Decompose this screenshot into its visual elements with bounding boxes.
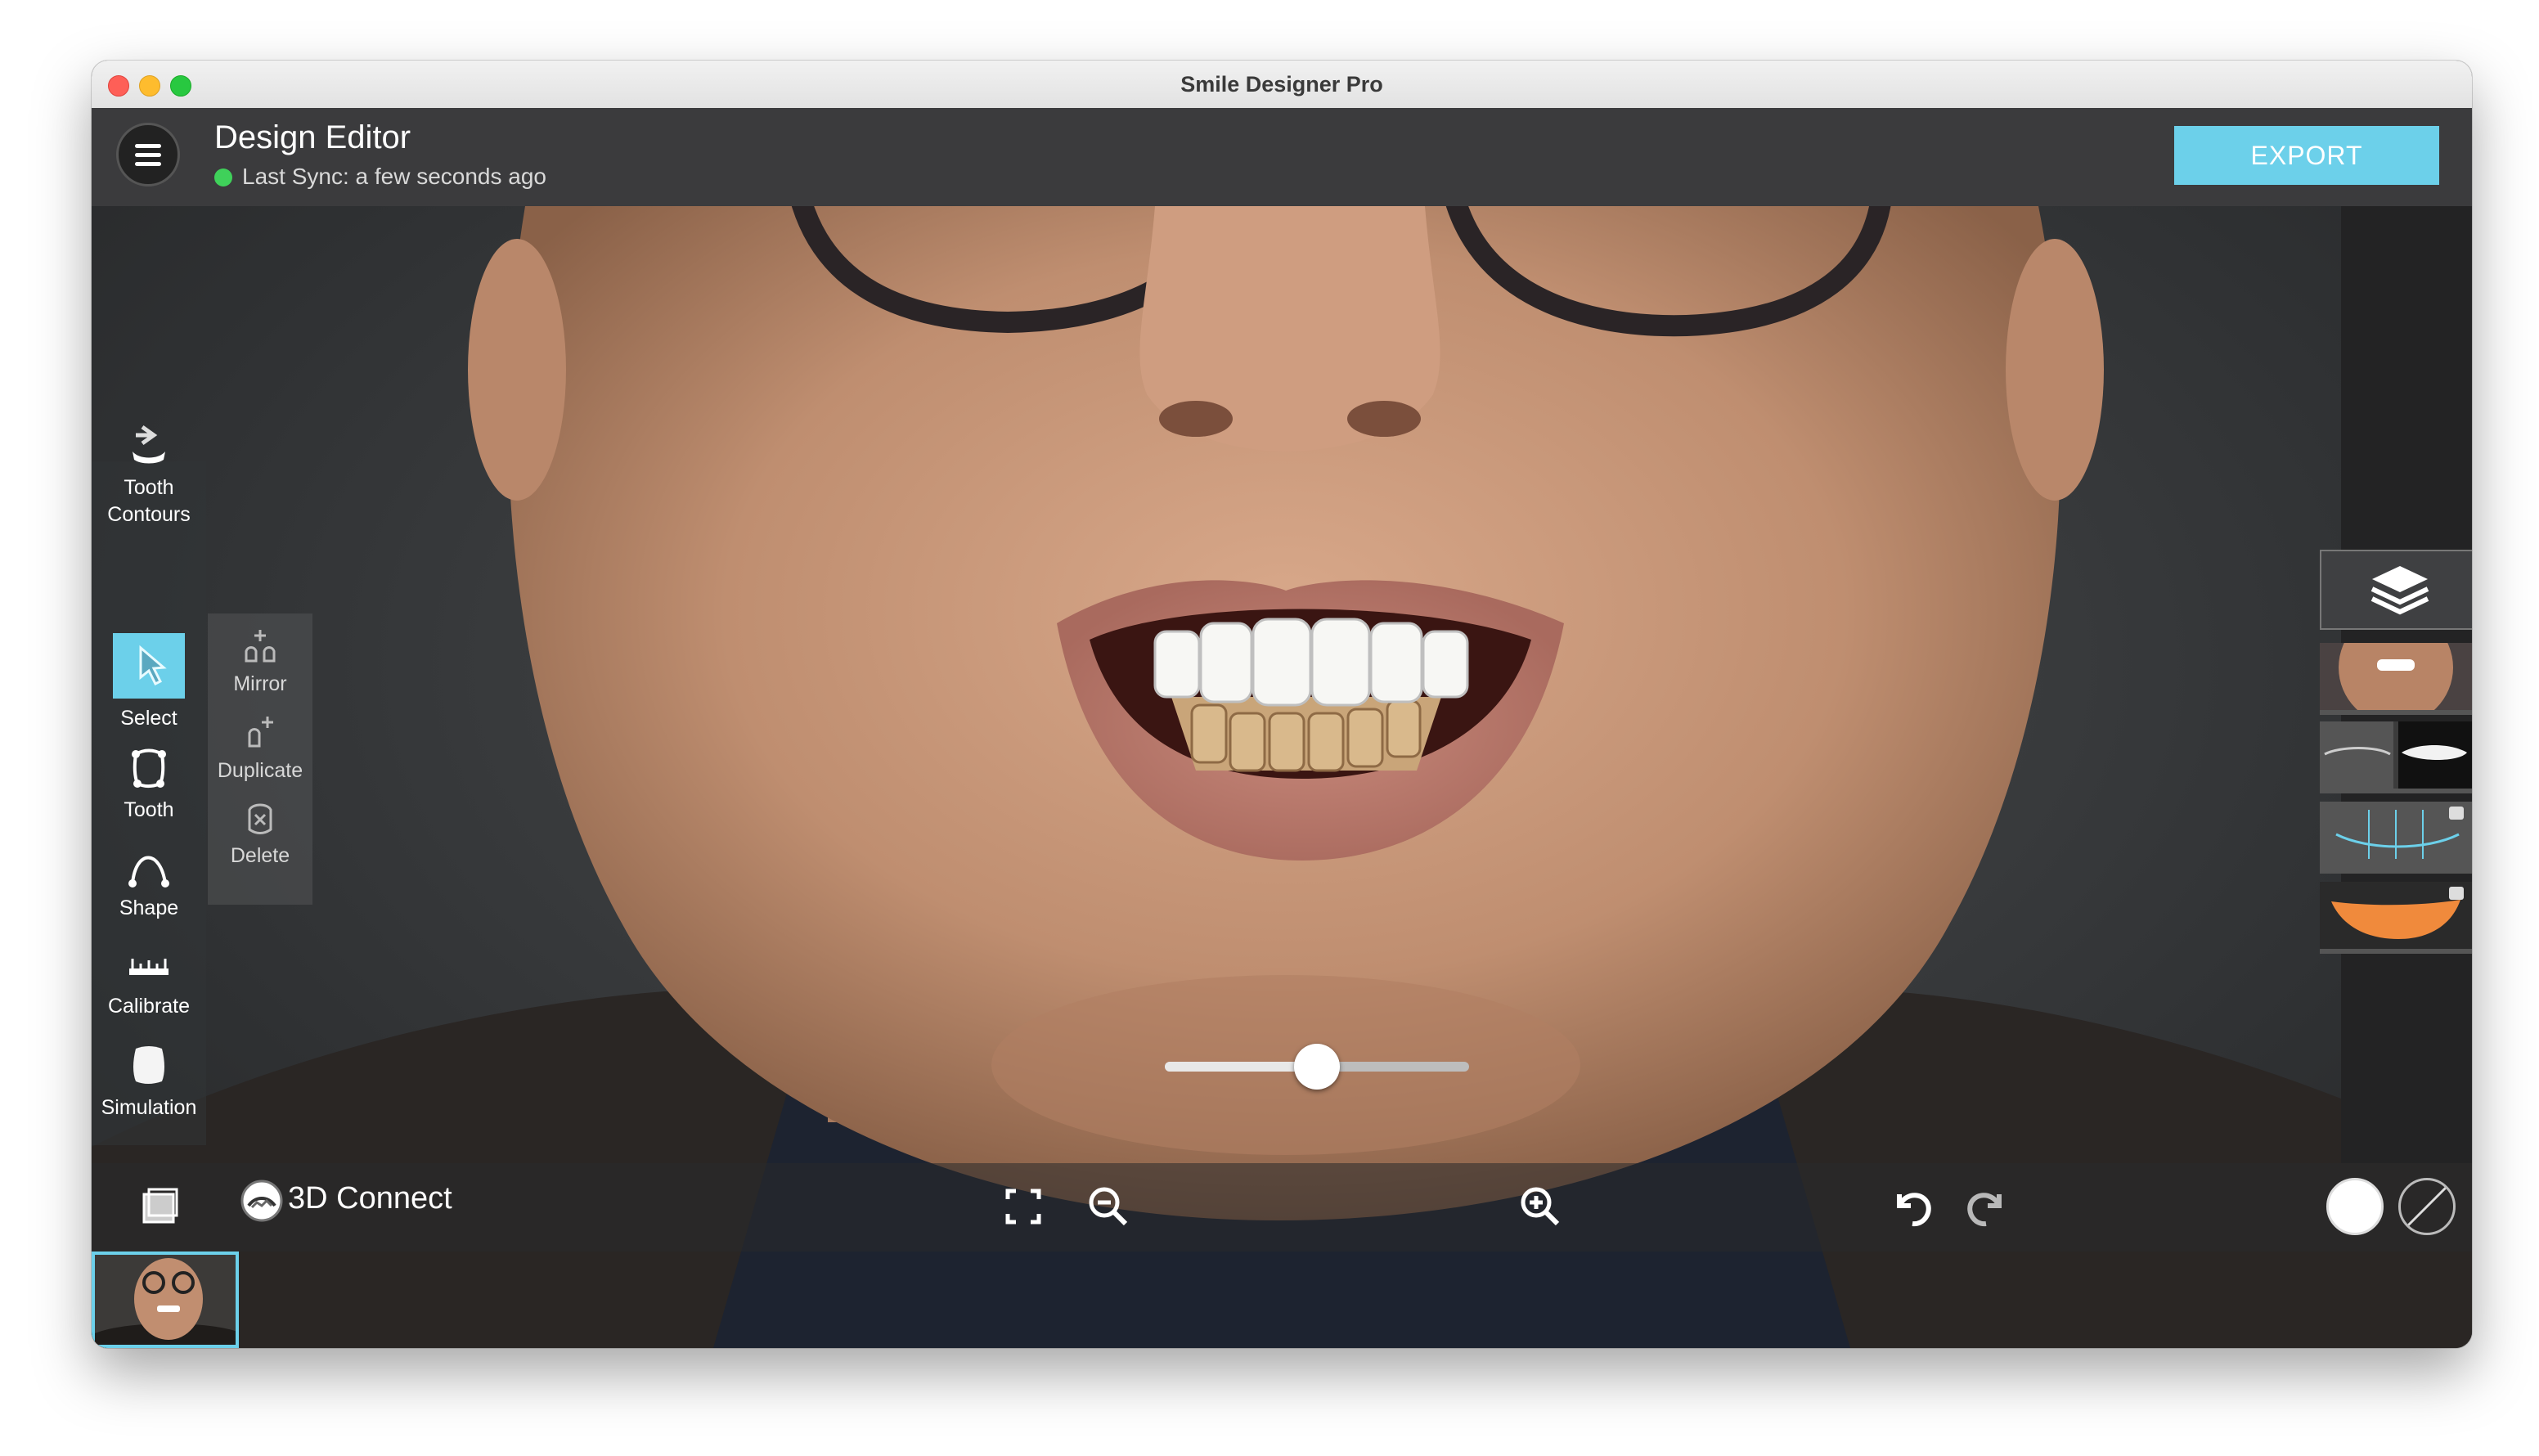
- patient-thumbnail-icon: [95, 1255, 236, 1345]
- delete-button[interactable]: Delete: [208, 798, 312, 868]
- mirror-icon: [245, 630, 276, 663]
- tooth-contours-label-line2: Contours: [107, 503, 191, 526]
- 3d-connect-button[interactable]: [239, 1178, 285, 1224]
- hamburger-icon-bar: [135, 153, 161, 157]
- teeth-library-layer-thumbnail[interactable]: [2320, 721, 2472, 793]
- shape-tool-label: Shape: [119, 897, 179, 919]
- tooth-tool[interactable]: Tooth: [92, 743, 206, 822]
- zoom-slider[interactable]: [1165, 1044, 1469, 1090]
- tooth-contours-icon: [133, 425, 165, 464]
- calibrate-tool-label: Calibrate: [107, 995, 191, 1018]
- delete-icon: [248, 803, 272, 834]
- slash-icon: [2406, 1185, 2448, 1228]
- zoom-slider-knob[interactable]: [1294, 1044, 1340, 1090]
- simulation-tooth-icon: [133, 1046, 164, 1084]
- bottom-toolbar: 3D Connect: [92, 1163, 2472, 1252]
- select-cursor-icon: [139, 645, 167, 686]
- undo-icon[interactable]: [1888, 1183, 1937, 1232]
- shape-curve-icon: [128, 856, 169, 888]
- zoom-out-icon[interactable]: [1086, 1184, 1130, 1229]
- 3d-connect-label[interactable]: 3D Connect: [288, 1181, 452, 1216]
- select-tool[interactable]: Select: [92, 633, 206, 730]
- sync-status: Last Sync: a few seconds ago: [214, 164, 546, 190]
- select-tool-label: Select: [120, 707, 178, 730]
- grid-layer-thumbnail[interactable]: [2320, 802, 2472, 874]
- sync-status-dot-icon: [214, 169, 232, 186]
- tooth-outline-icon: [132, 748, 166, 788]
- fit-to-screen-icon[interactable]: [1003, 1186, 1044, 1227]
- face-thumbnail-icon: [2320, 610, 2472, 725]
- sync-status-text: Last Sync: a few seconds ago: [242, 164, 546, 189]
- 3d-connect-icon: [240, 1180, 283, 1222]
- gum-shape-icon: [2320, 882, 2472, 949]
- photo-filmstrip-thumbnail[interactable]: [92, 1252, 239, 1348]
- white-background-swatch[interactable]: [2326, 1178, 2384, 1235]
- duplicate-icon: [248, 717, 273, 748]
- export-button[interactable]: EXPORT: [2174, 126, 2439, 185]
- delete-label: Delete: [230, 844, 290, 867]
- hamburger-icon-bar: [135, 162, 161, 166]
- teeth-library-icon: [2320, 721, 2472, 789]
- tooth-tool-label: Tooth: [124, 798, 174, 821]
- no-background-swatch[interactable]: [2398, 1178, 2456, 1235]
- layers-icon: [2370, 566, 2429, 615]
- calibrate-tool[interactable]: Calibrate: [92, 947, 206, 1018]
- app-header: Design Editor Last Sync: a few seconds a…: [92, 108, 2472, 206]
- photo-canvas[interactable]: Tooth Contours Select Tooth Shape Calibr…: [92, 206, 2472, 1348]
- simulation-tool[interactable]: Simulation: [92, 1040, 206, 1120]
- mirror-label: Mirror: [233, 672, 287, 695]
- simulation-tool-label: Simulation: [101, 1096, 197, 1119]
- tooth-contours-tool[interactable]: Tooth Contours: [92, 420, 206, 527]
- page-title: Design Editor: [214, 119, 411, 155]
- redo-icon[interactable]: [1962, 1183, 2011, 1232]
- ruler-icon: [129, 959, 169, 975]
- photos-stack-icon[interactable]: [136, 1183, 182, 1229]
- select-tool-active-highlight: [113, 633, 185, 699]
- duplicate-button[interactable]: Duplicate: [208, 713, 312, 783]
- app-window: Smile Designer Pro Design Editor Last Sy…: [92, 61, 2472, 1348]
- photo-layer-thumbnail[interactable]: [2320, 610, 2472, 725]
- layers-button[interactable]: [2320, 550, 2472, 630]
- grid-overlay-icon: [2320, 802, 2472, 869]
- window-titlebar: Smile Designer Pro: [92, 61, 2472, 109]
- gum-layer-thumbnail[interactable]: [2320, 882, 2472, 954]
- hamburger-icon: [135, 144, 161, 148]
- mirror-button[interactable]: Mirror: [208, 627, 312, 696]
- window-title: Smile Designer Pro: [1180, 72, 1383, 97]
- menu-button[interactable]: [116, 123, 180, 186]
- zoom-in-icon[interactable]: [1518, 1184, 1562, 1229]
- shape-tool[interactable]: Shape: [92, 841, 206, 920]
- duplicate-label: Duplicate: [217, 759, 303, 782]
- tooth-contours-label-line1: Tooth: [124, 476, 174, 499]
